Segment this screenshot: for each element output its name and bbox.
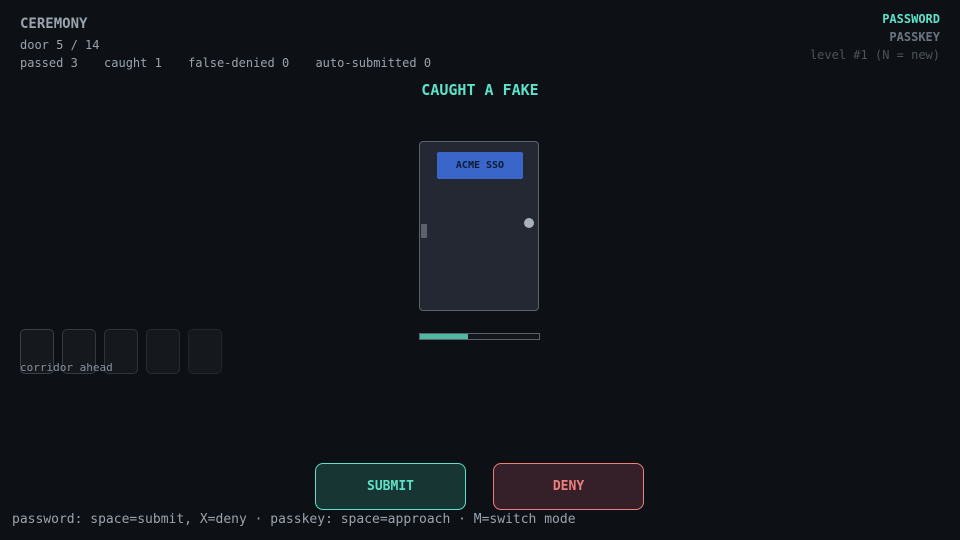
submit-button[interactable]: SUBMIT bbox=[315, 463, 466, 510]
corridor-label: corridor ahead bbox=[20, 361, 113, 374]
stats-line: passed 3 caught 1 false-denied 0 auto-su… bbox=[20, 56, 431, 70]
corridor-door bbox=[146, 329, 180, 374]
door-sign: ACME SSO bbox=[437, 152, 523, 179]
status-message: CAUGHT A FAKE bbox=[421, 81, 539, 99]
stat-auto-submitted: auto-submitted 0 bbox=[315, 56, 432, 70]
controls-help: password: space=submit, X=deny · passkey… bbox=[12, 512, 576, 527]
mode-passkey-option[interactable]: PASSKEY bbox=[889, 30, 940, 44]
door-knob-icon bbox=[524, 218, 534, 228]
door-timer-fill bbox=[420, 334, 468, 339]
stat-caught: caught 1 bbox=[104, 56, 162, 70]
game-screen: CEREMONY door 5 / 14 passed 3 caught 1 f… bbox=[0, 0, 960, 540]
door-counter: door 5 / 14 bbox=[20, 38, 100, 52]
corridor-door bbox=[188, 329, 222, 374]
level-indicator: level #1 (N = new) bbox=[809, 48, 940, 62]
stat-false-denied: false-denied 0 bbox=[188, 56, 290, 70]
mode-password-option[interactable]: PASSWORD bbox=[882, 12, 940, 26]
deny-button[interactable]: DENY bbox=[493, 463, 644, 510]
door-hinge-icon bbox=[421, 224, 427, 238]
stat-passed: passed 3 bbox=[20, 56, 78, 70]
current-door: ACME SSO bbox=[419, 141, 539, 311]
game-title: CEREMONY bbox=[20, 16, 88, 32]
door-timer-bar bbox=[419, 333, 540, 340]
